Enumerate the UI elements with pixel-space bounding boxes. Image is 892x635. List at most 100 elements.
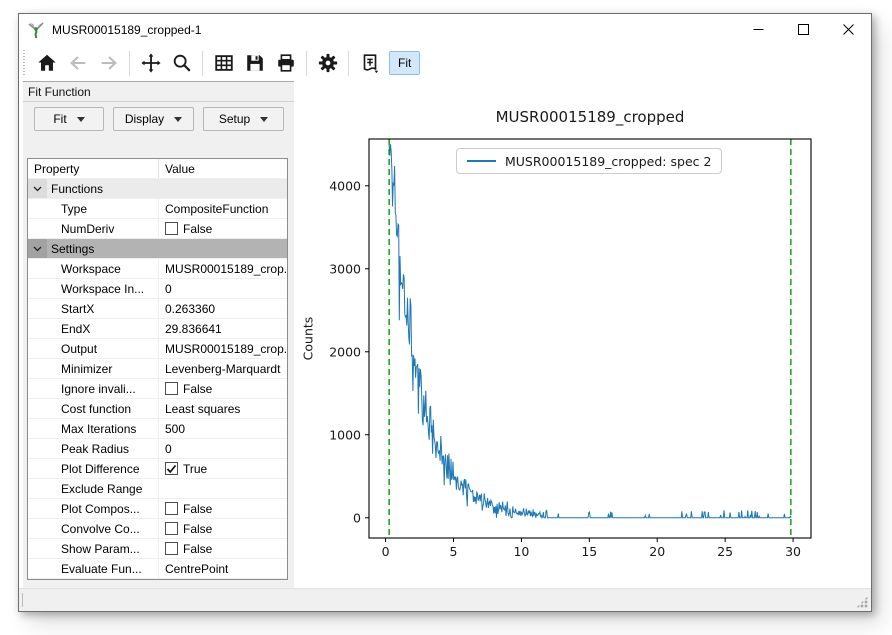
titlebar[interactable]: MUSR00015189_cropped-1 — [19, 14, 871, 45]
property-value[interactable]: 0 — [159, 439, 287, 458]
zoom-button[interactable] — [167, 49, 196, 78]
property-name: Max Iterations — [28, 419, 159, 438]
back-button[interactable] — [63, 49, 92, 78]
close-button[interactable] — [826, 14, 871, 45]
group-row[interactable]: Settings — [28, 239, 287, 259]
pan-button[interactable] — [136, 49, 165, 78]
property-value[interactable]: False — [159, 499, 287, 518]
dock-title[interactable]: Fit Function — [23, 82, 294, 102]
legend[interactable]: MUSR00015189_cropped: spec 2 — [456, 148, 722, 174]
property-name: Exclude Range — [28, 479, 159, 498]
property-value[interactable]: 29.836641 — [159, 319, 287, 338]
mantid-logo-icon[interactable] — [27, 21, 45, 39]
collapse-toggle[interactable] — [28, 239, 47, 258]
gear-icon — [317, 52, 339, 74]
property-row[interactable]: TypeCompositeFunction — [28, 199, 287, 219]
fit-menu-button[interactable]: Fit — [34, 107, 104, 131]
window-title: MUSR00015189_cropped-1 — [52, 23, 201, 37]
property-row[interactable]: Exclude Range — [28, 479, 287, 499]
svg-text:5: 5 — [450, 544, 458, 559]
property-row[interactable]: WorkspaceMUSR00015189_crop... — [28, 259, 287, 279]
status-bar-handle — [22, 593, 23, 607]
checkbox-unchecked[interactable] — [165, 522, 178, 535]
property-value[interactable]: False — [159, 539, 287, 558]
property-value[interactable]: False — [159, 219, 287, 238]
property-row[interactable]: Max Iterations500 — [28, 419, 287, 439]
setup-menu-button[interactable]: Setup — [203, 107, 284, 131]
property-name: Show Param... — [28, 539, 159, 558]
group-row[interactable]: Functions — [28, 179, 287, 199]
property-value[interactable]: Levenberg-Marquardt — [159, 359, 287, 378]
display-menu-button[interactable]: Display — [113, 107, 194, 131]
property-value[interactable]: MUSR00015189_crop... — [159, 259, 287, 278]
fit-toggle-label: Fit — [398, 56, 411, 70]
toolbar-drag-handle[interactable] — [22, 50, 27, 76]
customize-button[interactable] — [313, 49, 342, 78]
fit-toggle-button[interactable]: Fit — [389, 51, 420, 75]
grid-icon — [213, 52, 235, 74]
checkbox-checked[interactable] — [165, 462, 178, 475]
property-name: EndX — [28, 319, 159, 338]
property-row[interactable]: NumDerivFalse — [28, 219, 287, 239]
fit-menu-row: Fit Display Setup — [23, 107, 294, 132]
save-button[interactable] — [240, 49, 269, 78]
property-table: Property Value Functions TypeCompositeFun… — [27, 158, 288, 580]
property-row[interactable]: Cost functionLeast squares — [28, 399, 287, 419]
script-icon — [359, 52, 381, 74]
property-table-body: Functions TypeCompositeFunctionNumDerivFa… — [28, 179, 287, 579]
property-value[interactable]: 500 — [159, 419, 287, 438]
svg-text:1000: 1000 — [329, 427, 361, 442]
property-row[interactable]: Plot DifferenceTrue — [28, 459, 287, 479]
property-name: Evaluate Fun... — [28, 559, 159, 578]
property-row[interactable]: Convolve Co...False — [28, 519, 287, 539]
property-row[interactable]: OutputMUSR00015189_crop... — [28, 339, 287, 359]
property-row[interactable]: MinimizerLevenberg-Marquardt — [28, 359, 287, 379]
property-value[interactable]: 0.263360 — [159, 299, 287, 318]
svg-text:25: 25 — [717, 544, 733, 559]
property-value[interactable]: True — [159, 459, 287, 478]
property-value[interactable]: CompositeFunction — [159, 199, 287, 218]
property-row[interactable]: EndX29.836641 — [28, 319, 287, 339]
resize-grip-icon[interactable] — [856, 596, 868, 608]
collapse-toggle[interactable] — [28, 179, 47, 198]
property-row[interactable]: Ignore invali...False — [28, 379, 287, 399]
checkbox-unchecked[interactable] — [165, 542, 178, 555]
property-row[interactable]: Show Param...False — [28, 539, 287, 559]
bool-value-text: False — [183, 522, 212, 536]
print-button[interactable] — [271, 49, 300, 78]
property-row[interactable]: Plot Compos...False — [28, 499, 287, 519]
home-button[interactable] — [32, 49, 61, 78]
property-value[interactable]: False — [159, 379, 287, 398]
forward-button[interactable] — [94, 49, 123, 78]
chevron-down-icon — [33, 246, 42, 252]
figure-canvas[interactable]: 05101520253001000200030004000 MUSR000151… — [294, 81, 871, 588]
minimize-button[interactable] — [736, 14, 781, 45]
property-row[interactable]: Workspace In...0 — [28, 279, 287, 299]
y-axis-label: Counts — [301, 289, 316, 389]
fit-menu-label: Fit — [53, 112, 66, 126]
property-row[interactable]: Peak Radius0 — [28, 439, 287, 459]
toolbar-separator — [202, 51, 203, 76]
maximize-button[interactable] — [781, 14, 826, 45]
property-value[interactable] — [159, 479, 287, 498]
bool-value-text: False — [183, 382, 212, 396]
close-icon — [843, 24, 854, 35]
svg-text:10: 10 — [513, 544, 529, 559]
table-header-row: Property Value — [28, 159, 287, 179]
property-value[interactable]: False — [159, 519, 287, 538]
display-menu-label: Display — [125, 112, 164, 126]
property-row[interactable]: StartX0.263360 — [28, 299, 287, 319]
checkbox-unchecked[interactable] — [165, 222, 178, 235]
check-icon — [166, 464, 177, 474]
property-row[interactable]: Evaluate Fun...CentrePoint — [28, 559, 287, 579]
property-value[interactable]: 0 — [159, 279, 287, 298]
configure-subplots-button[interactable] — [209, 49, 238, 78]
toolbar-separator — [306, 51, 307, 76]
checkbox-unchecked[interactable] — [165, 502, 178, 515]
fit-script-button[interactable] — [355, 49, 384, 78]
group-label: Functions — [47, 182, 103, 196]
checkbox-unchecked[interactable] — [165, 382, 178, 395]
property-value[interactable]: CentrePoint — [159, 559, 287, 578]
property-value[interactable]: MUSR00015189_crop... — [159, 339, 287, 358]
property-value[interactable]: Least squares — [159, 399, 287, 418]
